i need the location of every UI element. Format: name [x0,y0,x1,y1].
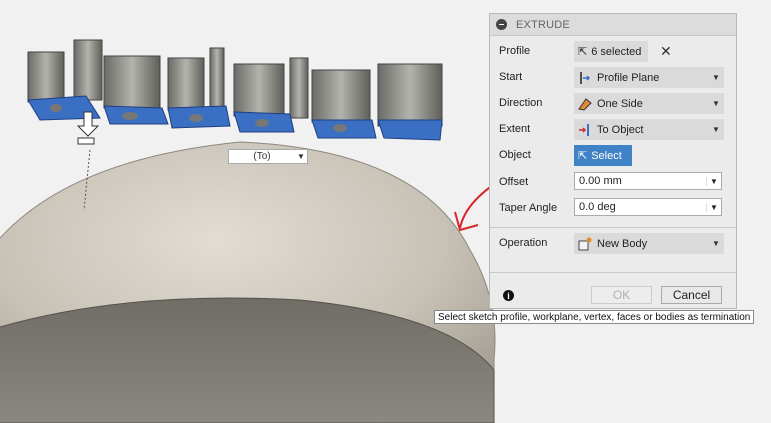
object-label: Object [499,149,531,161]
profile-label: Profile [499,45,531,57]
extent-label: Extent [499,123,531,135]
chevron-down-icon: ▼ [712,73,720,82]
letter-wall [73,39,103,101]
chevron-down-icon[interactable]: ▼ [295,152,307,161]
offset-row: Offset ▼ [490,172,736,194]
profile-plane-icon [578,71,592,85]
extent-dropdown[interactable]: To Object ▼ [574,119,724,140]
cursor-icon: ⇱ [578,150,588,162]
chevron-down-icon: ▼ [712,125,720,134]
ok-button[interactable]: OK [591,286,652,304]
taper-angle-field[interactable]: ▼ [574,198,722,216]
object-select-button[interactable]: ⇱ Select [574,145,632,166]
to-object-label: (To) [253,151,271,162]
letter-wall [233,63,285,117]
object-row: Object ⇱ Select [490,145,736,167]
chevron-down-icon: ▼ [712,239,720,248]
direction-row: Direction One Side ▼ [490,93,736,115]
object-select-value: Select [591,149,622,162]
info-icon[interactable]: i [503,290,514,301]
taper-angle-row: Taper Angle ▼ [490,198,736,220]
letter-wall [27,51,65,103]
letter-wall [377,63,443,127]
profile-row: Profile ⇱ 6 selected ✕ [490,41,736,63]
profile-value: 6 selected [591,45,642,58]
extrude-dialog: EXTRUDE Profile ⇱ 6 selected ✕ Start Pro… [489,13,737,309]
direction-value: One Side [597,97,643,110]
offset-input[interactable] [575,174,706,188]
taper-angle-label: Taper Angle [499,202,558,214]
tooltip: Select sketch profile, workplane, vertex… [434,310,755,324]
start-dropdown[interactable]: Profile Plane ▼ [574,67,724,88]
start-value: Profile Plane [597,71,660,84]
direction-label: Direction [499,97,543,109]
cancel-button[interactable]: Cancel [661,286,722,304]
divider [490,272,736,273]
offset-field[interactable]: ▼ [574,172,722,190]
clear-selection-icon[interactable]: ✕ [660,43,672,60]
direction-dropdown[interactable]: One Side ▼ [574,93,724,114]
operation-dropdown[interactable]: New Body ▼ [574,233,724,254]
chevron-down-icon[interactable]: ▼ [706,202,721,212]
cursor-icon: ⇱ [578,46,588,58]
letter-wall [103,55,161,109]
dialog-header: EXTRUDE [490,14,736,36]
dialog-title: EXTRUDE [516,18,570,31]
to-object-chip[interactable]: (To) ▼ [228,149,308,164]
chevron-down-icon[interactable]: ▼ [706,176,721,186]
start-row: Start Profile Plane ▼ [490,67,736,89]
operation-row: Operation New Body ▼ [490,233,736,255]
collapse-icon[interactable] [496,19,507,30]
letter-wall [209,47,225,109]
letter-wall [167,57,205,111]
divider [490,227,736,228]
one-side-icon [578,97,592,111]
operation-label: Operation [499,237,548,249]
to-object-icon [578,123,592,137]
letter-wall [311,69,371,123]
profile-selection-chip[interactable]: ⇱ 6 selected [574,41,648,62]
operation-value: New Body [597,237,648,250]
taper-angle-input[interactable] [575,200,706,214]
chevron-down-icon: ▼ [712,99,720,108]
extent-value: To Object [597,123,644,136]
extent-row: Extent To Object ▼ [490,119,736,141]
new-body-icon [578,237,592,251]
profile-face [377,119,443,141]
start-label: Start [499,71,523,83]
offset-label: Offset [499,176,529,188]
letter-wall [289,57,309,119]
